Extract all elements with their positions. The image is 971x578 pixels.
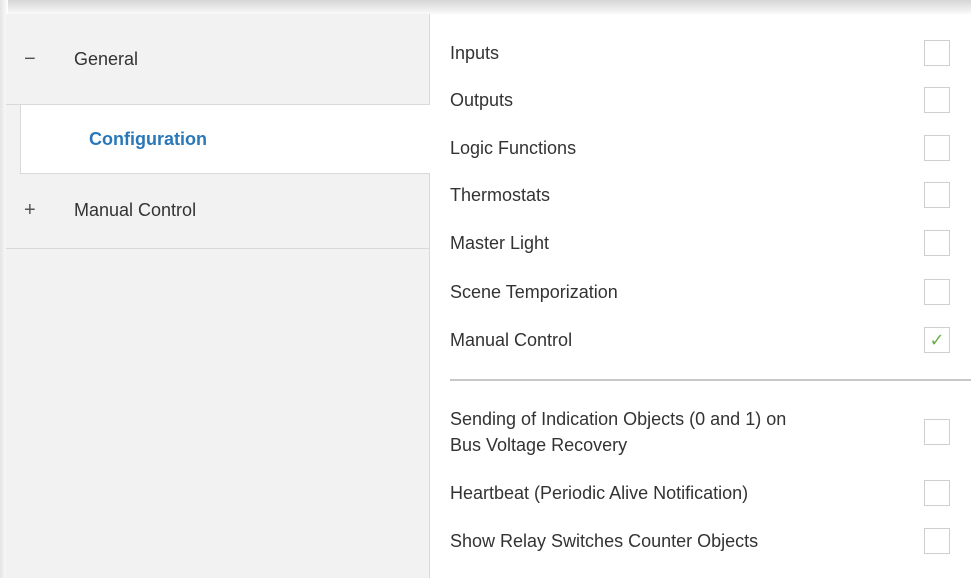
setting-label-line2: Bus Voltage Recovery <box>450 435 628 455</box>
setting-label-line1: Sending of Indication Objects (0 and 1) … <box>450 409 787 429</box>
setting-label: Inputs <box>450 43 500 63</box>
setting-row-master-light: Master Light <box>450 230 950 256</box>
sidebar-item-label: General <box>74 48 139 69</box>
indication-objects-checkbox[interactable] <box>924 419 950 445</box>
collapse-icon[interactable]: − <box>24 48 54 71</box>
setting-row-manual-control: Manual Control ✓ <box>450 327 950 353</box>
setting-label: Manual Control <box>450 330 573 350</box>
setting-row-relay-counter: Show Relay Switches Counter Objects <box>450 528 950 554</box>
setting-label: Logic Functions <box>450 138 577 158</box>
inputs-checkbox[interactable] <box>924 40 950 66</box>
sidebar-item-label: Manual Control <box>74 199 197 220</box>
sidebar-item-label: Configuration <box>89 128 207 149</box>
sidebar: − General Configuration + Manual Control <box>6 14 431 578</box>
divider <box>450 379 971 381</box>
master-light-checkbox[interactable] <box>924 230 950 256</box>
checkmark-icon: ✓ <box>929 329 945 350</box>
sidebar-item-configuration[interactable]: Configuration <box>20 104 431 174</box>
expand-icon[interactable]: + <box>24 199 54 222</box>
setting-row-thermostats: Thermostats <box>450 182 950 208</box>
setting-label: Outputs <box>450 90 514 110</box>
manual-control-checkbox[interactable]: ✓ <box>924 327 950 353</box>
setting-label: Heartbeat (Periodic Alive Notification) <box>450 483 749 503</box>
outputs-checkbox[interactable] <box>924 87 950 113</box>
setting-row-indication-objects: Sending of Indication Objects (0 and 1) … <box>450 404 950 460</box>
setting-row-logic-functions: Logic Functions <box>450 135 950 161</box>
setting-row-scene-temporization: Scene Temporization <box>450 279 950 305</box>
setting-label: Sending of Indication Objects (0 and 1) … <box>450 406 786 458</box>
thermostats-checkbox[interactable] <box>924 182 950 208</box>
logic-functions-checkbox[interactable] <box>924 135 950 161</box>
heartbeat-checkbox[interactable] <box>924 480 950 506</box>
setting-row-outputs: Outputs <box>450 87 950 113</box>
scene-temporization-checkbox[interactable] <box>924 279 950 305</box>
setting-label: Show Relay Switches Counter Objects <box>450 531 759 551</box>
setting-row-heartbeat: Heartbeat (Periodic Alive Notification) <box>450 480 950 506</box>
setting-label: Master Light <box>450 233 550 253</box>
relay-counter-checkbox[interactable] <box>924 528 950 554</box>
setting-row-inputs: Inputs <box>450 40 950 66</box>
setting-label: Scene Temporization <box>450 282 618 302</box>
settings-panel: Inputs Outputs Logic Functions Thermosta… <box>430 14 971 578</box>
window: − General Configuration + Manual Control… <box>0 0 971 578</box>
setting-label: Thermostats <box>450 185 551 205</box>
sidebar-item-general[interactable]: − General <box>6 14 429 105</box>
sidebar-item-manual-control[interactable]: + Manual Control <box>6 172 429 249</box>
